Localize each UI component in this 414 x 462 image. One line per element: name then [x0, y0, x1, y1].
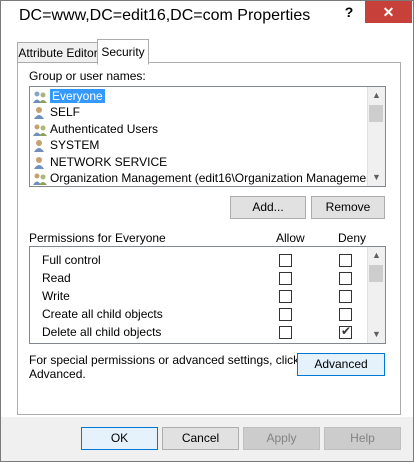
list-item-network-service[interactable]: NETWORK SERVICE	[32, 154, 167, 170]
permissions-scrollbar[interactable]: ▲ ▼	[367, 247, 385, 343]
add-button[interactable]: Add...	[230, 196, 306, 219]
allow-create-child-checkbox[interactable]	[279, 308, 292, 321]
list-item-everyone[interactable]: Everyone	[32, 88, 105, 104]
apply-button[interactable]: Apply	[243, 427, 320, 450]
permission-row-full-control: Full control	[30, 251, 370, 270]
scroll-thumb[interactable]	[369, 105, 383, 122]
group-or-user-names-label: Group or user names:	[29, 69, 146, 83]
allow-full-control-checkbox[interactable]	[279, 254, 292, 267]
allow-write-checkbox[interactable]	[279, 290, 292, 303]
scroll-up-icon[interactable]: ▲	[368, 87, 385, 104]
list-item-label: Everyone	[50, 89, 105, 103]
deny-write-checkbox[interactable]	[339, 290, 352, 303]
cancel-button[interactable]: Cancel	[162, 427, 239, 450]
user-list-scrollbar[interactable]: ▲ ▼	[367, 87, 385, 186]
permission-row-read: Read	[30, 269, 370, 288]
list-item-label: SYSTEM	[50, 138, 100, 152]
permission-label: Create all child objects	[42, 307, 163, 321]
allow-column-header: Allow	[276, 231, 305, 245]
security-panel: Group or user names: Everyone SELF Authe…	[17, 62, 401, 415]
advanced-button[interactable]: Advanced	[297, 353, 385, 376]
help-icon[interactable]: ?	[334, 1, 364, 23]
window-title: DC=www,DC=edit16,DC=com Properties	[19, 7, 311, 24]
permission-label: Write	[42, 289, 70, 303]
list-item-organization-management[interactable]: Organization Management (edit16\Organiza…	[32, 170, 380, 186]
tab-attribute-editor[interactable]: Attribute Editor	[17, 42, 99, 64]
permission-row-create-all-child-objects: Create all child objects	[30, 305, 370, 324]
scroll-up-icon[interactable]: ▲	[368, 247, 385, 264]
advanced-hint-line2: Advanced.	[29, 367, 86, 381]
permissions-label: Permissions for Everyone	[29, 231, 166, 245]
permission-row-delete-all-child-objects: Delete all child objects ✔	[30, 323, 370, 342]
scroll-down-icon[interactable]: ▼	[368, 169, 385, 186]
user-icon	[34, 156, 44, 169]
remove-button[interactable]: Remove	[311, 196, 385, 219]
allow-read-checkbox[interactable]	[279, 272, 292, 285]
title-bar: DC=www,DC=edit16,DC=com Properties ? ✕	[1, 1, 413, 34]
deny-create-child-checkbox[interactable]	[339, 308, 352, 321]
list-item-self[interactable]: SELF	[32, 104, 80, 120]
deny-full-control-checkbox[interactable]	[339, 254, 352, 267]
scroll-down-icon[interactable]: ▼	[368, 326, 385, 343]
deny-delete-child-checkbox[interactable]: ✔	[339, 324, 352, 339]
permission-label: Read	[42, 271, 71, 285]
permission-label: Full control	[42, 253, 101, 267]
permissions-list[interactable]: Full control Read Write Create all child…	[29, 246, 386, 344]
users-group-icon	[33, 173, 47, 185]
permission-row-write: Write	[30, 287, 370, 306]
allow-delete-child-checkbox[interactable]	[279, 326, 292, 339]
user-icon	[34, 106, 44, 119]
advanced-hint-line1: For special permissions or advanced sett…	[29, 353, 300, 367]
list-item-label: SELF	[50, 105, 81, 119]
properties-dialog: DC=www,DC=edit16,DC=com Properties ? ✕ A…	[0, 0, 414, 462]
permission-label: Delete all child objects	[42, 325, 162, 339]
user-icon	[34, 139, 44, 152]
close-icon[interactable]: ✕	[365, 1, 412, 23]
deny-read-checkbox[interactable]	[339, 272, 352, 285]
list-item-authenticated-users[interactable]: Authenticated Users	[32, 121, 158, 137]
list-item-label: NETWORK SERVICE	[50, 155, 168, 169]
help-button[interactable]: Help	[324, 427, 401, 450]
users-group-icon	[33, 124, 47, 136]
dialog-footer: OK Cancel Apply Help	[1, 417, 413, 461]
users-group-icon	[33, 91, 47, 103]
list-item-system[interactable]: SYSTEM	[32, 137, 99, 153]
tab-security[interactable]: Security	[97, 39, 149, 65]
list-item-label: Organization Management (edit16\Organiza…	[50, 171, 381, 185]
deny-column-header: Deny	[338, 231, 367, 245]
scroll-thumb[interactable]	[369, 265, 383, 282]
ok-button[interactable]: OK	[81, 427, 158, 450]
user-list[interactable]: Everyone SELF Authenticated Users SYSTEM…	[29, 86, 386, 187]
list-item-label: Authenticated Users	[50, 122, 159, 136]
checkmark-icon: ✔	[341, 324, 352, 338]
